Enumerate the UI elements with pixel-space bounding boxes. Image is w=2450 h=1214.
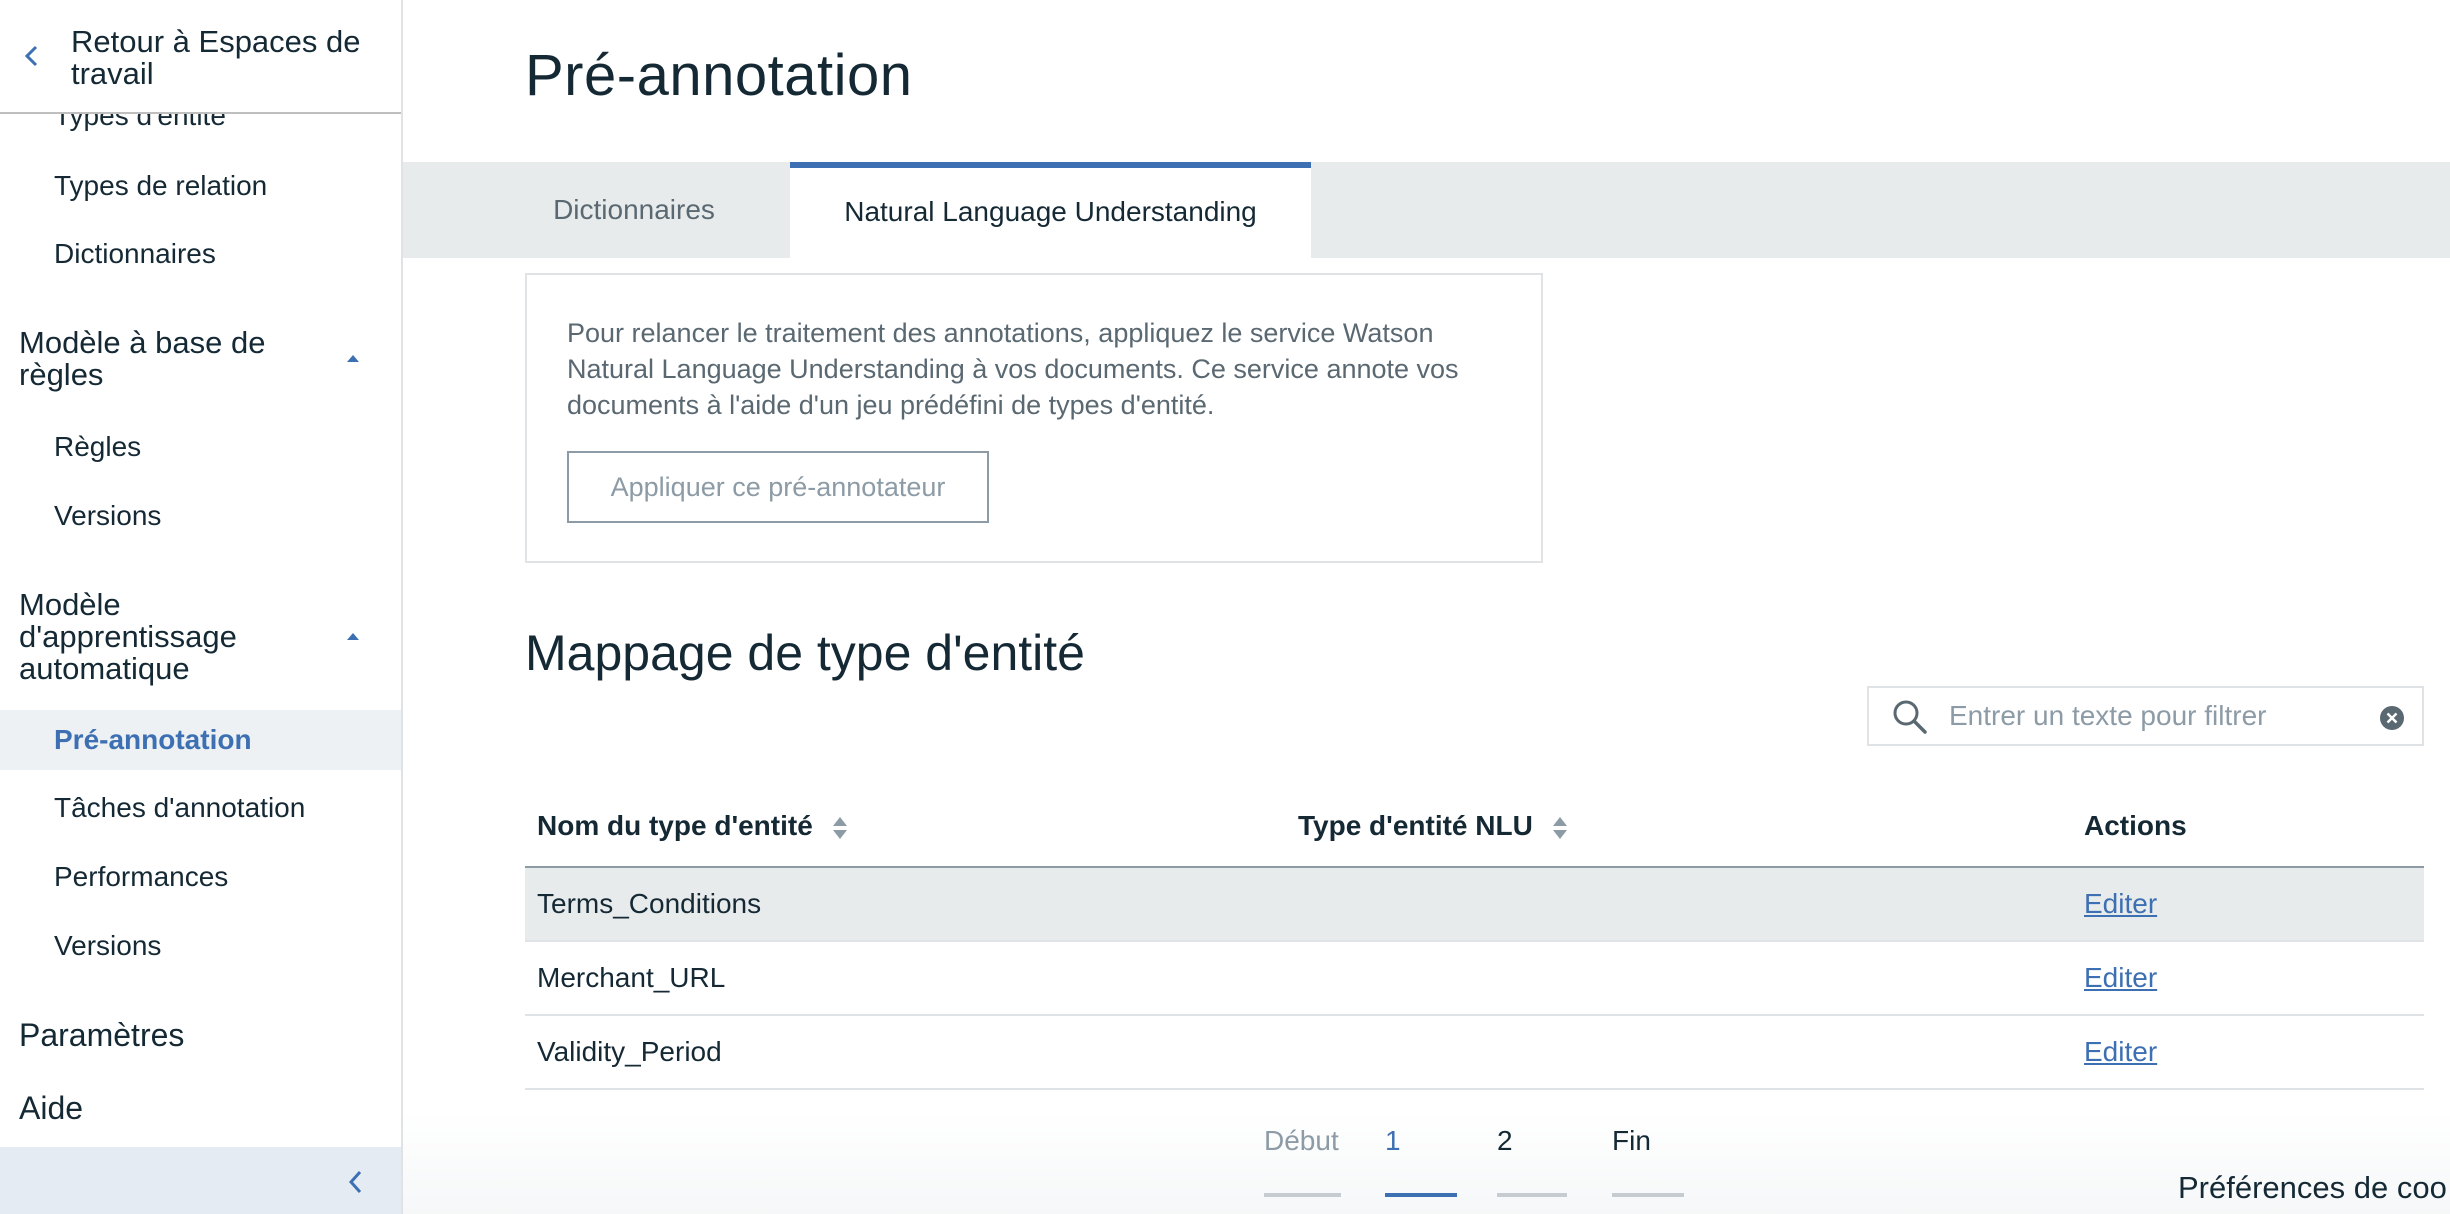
table-row: Validity_Period Editer xyxy=(525,1016,2424,1090)
pagination-underline xyxy=(1264,1193,1341,1197)
cookie-preferences-link[interactable]: Préférences de coo xyxy=(2178,1170,2447,1206)
edit-link[interactable]: Editer xyxy=(2084,1036,2157,1068)
column-header-entity-name[interactable]: Nom du type d'entité xyxy=(537,810,849,842)
pagination-label: Début xyxy=(1264,1125,1339,1156)
filter-box xyxy=(1867,686,2424,746)
table-row: Merchant_URL Editer xyxy=(525,942,2424,1016)
collapse-sidebar-button[interactable] xyxy=(0,1147,401,1214)
sidebar-item-ml-versions[interactable]: Versions xyxy=(54,930,161,962)
sort-icon xyxy=(832,816,847,839)
chevron-left-icon xyxy=(348,1170,362,1194)
sidebar-item-settings[interactable]: Paramètres xyxy=(19,1017,184,1054)
nlu-info-card: Pour relancer le traitement des annotati… xyxy=(525,273,1543,563)
column-header-label: Nom du type d'entité xyxy=(537,810,813,841)
sidebar-item-help[interactable]: Aide xyxy=(19,1090,83,1127)
pagination-underline xyxy=(1385,1193,1457,1197)
page-title: Pré-annotation xyxy=(525,43,913,108)
clear-icon[interactable] xyxy=(2379,705,2405,731)
sidebar: Retour à Espaces de travail Types d'enti… xyxy=(0,0,403,1214)
filter-input[interactable] xyxy=(1949,694,2349,738)
entity-name-cell: Merchant_URL xyxy=(537,962,726,993)
tab-dictionaries[interactable]: Dictionnaires xyxy=(525,162,743,258)
apply-pre-annotator-button[interactable]: Appliquer ce pré-annotateur xyxy=(567,451,989,523)
edit-link[interactable]: Editer xyxy=(2084,888,2157,920)
sidebar-item-annotation-tasks[interactable]: Tâches d'annotation xyxy=(54,792,305,824)
sidebar-item-dictionaries[interactable]: Dictionnaires xyxy=(54,238,216,270)
entity-mapping-title: Mappage de type d'entité xyxy=(525,625,1085,681)
back-link-label: Retour à Espaces de travail xyxy=(71,24,361,91)
tab-bar: Dictionnaires Natural Language Understan… xyxy=(403,162,2450,260)
tab-natural-language-understanding[interactable]: Natural Language Understanding xyxy=(790,162,1311,260)
entity-name-cell: Validity_Period xyxy=(537,1036,722,1067)
pagination-underline xyxy=(1497,1193,1567,1197)
sort-icon xyxy=(1552,816,1567,839)
column-header-actions: Actions xyxy=(2084,810,2187,841)
pagination-label: 1 xyxy=(1385,1125,1401,1156)
caret-up-icon[interactable] xyxy=(345,353,361,363)
section-label: Modèle à base de règles xyxy=(19,325,266,392)
caret-up-icon[interactable] xyxy=(345,631,361,641)
sidebar-item-rules-versions[interactable]: Versions xyxy=(54,500,161,532)
sidebar-item-performance[interactable]: Performances xyxy=(54,861,228,893)
column-header-label: Type d'entité NLU xyxy=(1298,810,1533,841)
back-to-workspaces-link[interactable]: Retour à Espaces de travail xyxy=(0,0,401,114)
column-header-nlu-type[interactable]: Type d'entité NLU xyxy=(1298,810,1569,842)
pagination-first[interactable]: Début xyxy=(1264,1125,1341,1197)
table-header: Nom du type d'entité Type d'entité NLU A… xyxy=(525,790,2424,868)
sidebar-item-label: Pré-annotation xyxy=(54,724,252,755)
pagination-label: Fin xyxy=(1612,1125,1651,1156)
nlu-description: Pour relancer le traitement des annotati… xyxy=(567,318,1459,420)
entity-name-cell: Terms_Conditions xyxy=(537,888,762,919)
pagination-underline xyxy=(1612,1193,1684,1197)
footer-fade xyxy=(403,1110,2450,1214)
pagination-label: 2 xyxy=(1497,1125,1513,1156)
chevron-left-icon xyxy=(24,45,38,67)
edit-link[interactable]: Editer xyxy=(2084,962,2157,994)
pagination-page-1[interactable]: 1 xyxy=(1385,1125,1457,1197)
pagination-page-2[interactable]: 2 xyxy=(1497,1125,1567,1197)
table-row: Terms_Conditions Editer xyxy=(525,868,2424,942)
sidebar-item-pre-annotation[interactable]: Pré-annotation xyxy=(0,710,401,770)
sidebar-section-ml-model[interactable]: Modèle d'apprentissage automatique xyxy=(19,589,339,685)
entity-mapping-table: Nom du type d'entité Type d'entité NLU A… xyxy=(525,790,2424,1090)
sidebar-item-relation-types[interactable]: Types de relation xyxy=(54,170,267,202)
sidebar-section-rules-model[interactable]: Modèle à base de règles xyxy=(19,327,339,391)
search-icon xyxy=(1893,700,1927,734)
sidebar-item-rules[interactable]: Règles xyxy=(54,431,141,463)
pagination-last[interactable]: Fin xyxy=(1612,1125,1684,1197)
section-label: Modèle d'apprentissage automatique xyxy=(19,587,237,686)
